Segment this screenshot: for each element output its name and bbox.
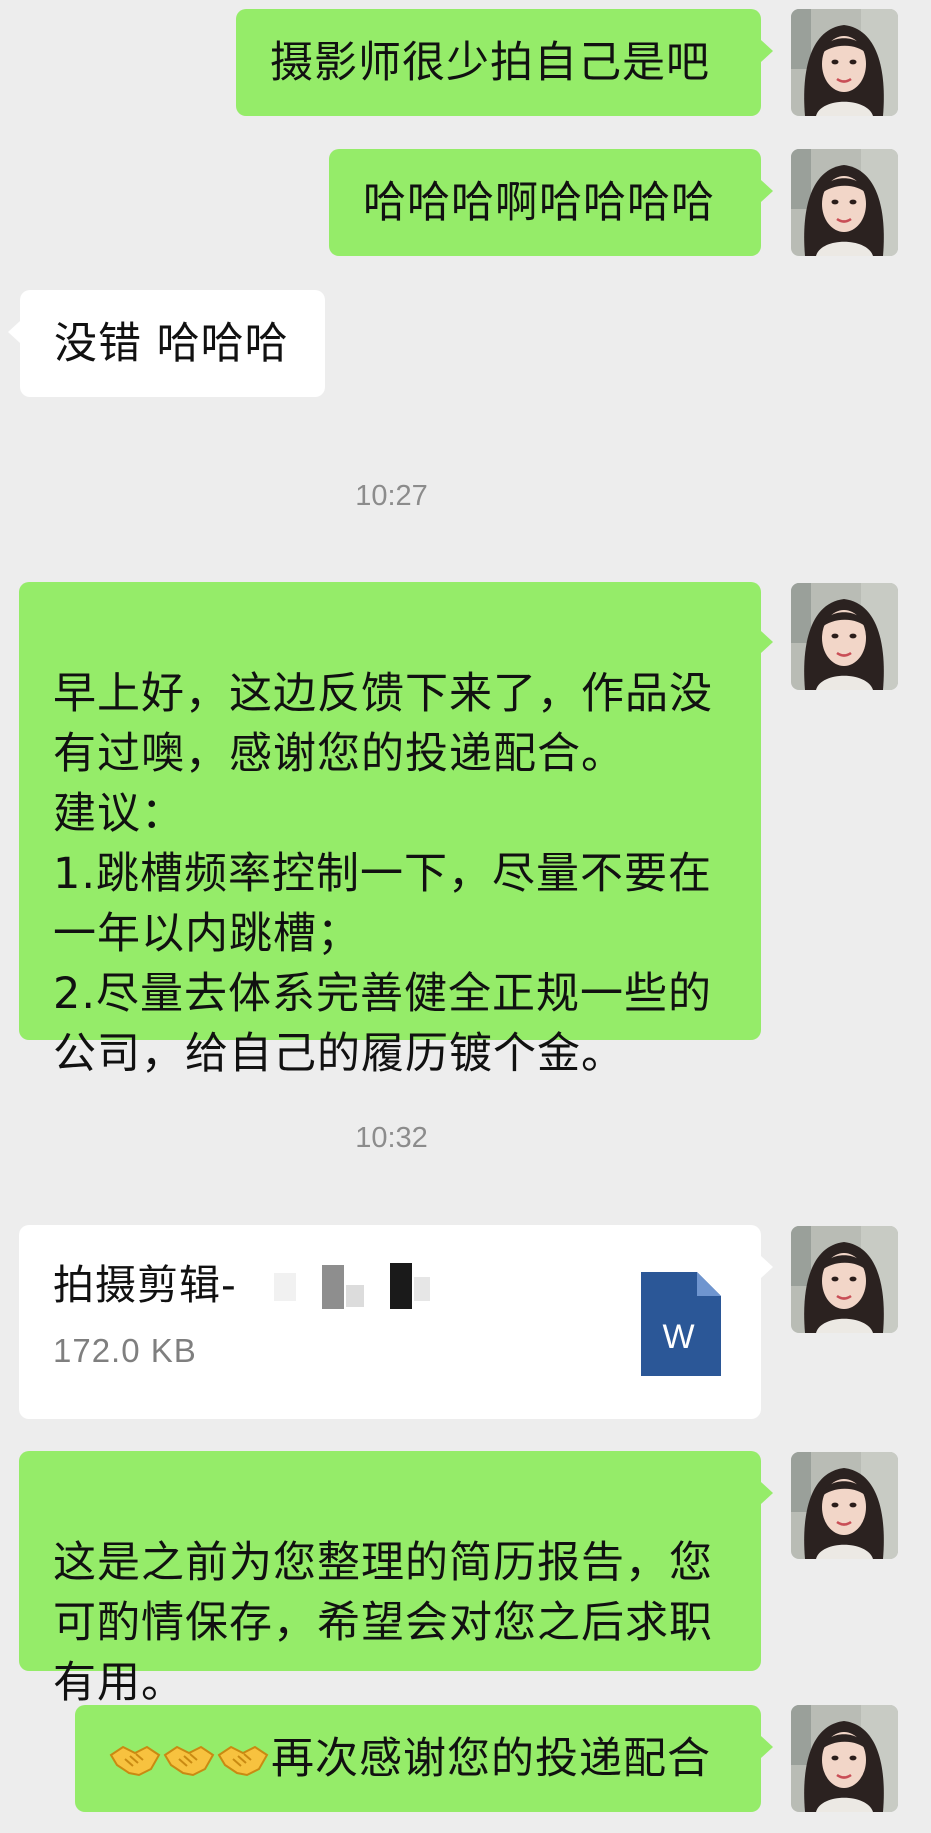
- message-bubble-outgoing[interactable]: 摄影师很少拍自己是吧: [236, 9, 761, 116]
- bubble-tail: [761, 40, 773, 62]
- avatar[interactable]: [791, 1452, 898, 1559]
- bubble-tail: [761, 1482, 773, 1504]
- message-row-outgoing: 早上好，这边反馈下来了，作品没 有过噢，感谢您的投递配合。 建议： 1.跳槽频率…: [0, 582, 931, 1079]
- message-text: 再次感谢您的投递配合: [271, 1733, 711, 1784]
- avatar[interactable]: [791, 1226, 898, 1333]
- file-size: 172.0 KB: [53, 1332, 197, 1369]
- message-text: 这是之前为您整理的简历报告，您 可酌情保存，希望会对您之后求职 有用。: [53, 1538, 713, 1708]
- timestamp: 10:27: [355, 480, 428, 512]
- message-row-outgoing: 摄影师很少拍自己是吧: [0, 9, 931, 116]
- avatar[interactable]: [791, 583, 898, 690]
- file-name: 拍摄剪辑-: [53, 1261, 237, 1309]
- message-bubble-outgoing[interactable]: 这是之前为您整理的简历报告，您 可酌情保存，希望会对您之后求职 有用。: [19, 1451, 761, 1708]
- message-bubble-outgoing[interactable]: 再次感谢您的投递配合: [75, 1705, 761, 1812]
- bubble-tail: [761, 1736, 773, 1758]
- message-bubble-outgoing[interactable]: 早上好，这边反馈下来了，作品没 有过噢，感谢您的投递配合。 建议： 1.跳槽频率…: [19, 582, 761, 1079]
- message-row-incoming: 没错 哈哈哈: [0, 290, 931, 397]
- handshake-icon: [217, 1739, 269, 1779]
- word-icon-label: W: [662, 1318, 695, 1356]
- file-card[interactable]: 拍摄剪辑- 172.0 KB W: [19, 1225, 761, 1419]
- handshake-icon: [109, 1739, 161, 1779]
- bubble-tail: [761, 180, 773, 202]
- message-text: 早上好，这边反馈下来了，作品没 有过噢，感谢您的投递配合。 建议： 1.跳槽频率…: [53, 669, 713, 1079]
- message-text: 哈哈哈啊哈哈哈哈: [363, 177, 715, 228]
- bubble-tail: [8, 321, 20, 343]
- message-row-outgoing: 这是之前为您整理的简历报告，您 可酌情保存，希望会对您之后求职 有用。: [0, 1451, 931, 1708]
- bubble-tail: [761, 631, 773, 653]
- timestamp: 10:32: [355, 1122, 428, 1154]
- message-bubble-outgoing[interactable]: 哈哈哈啊哈哈哈哈: [329, 149, 761, 256]
- avatar[interactable]: [791, 9, 898, 116]
- message-text: 摄影师很少拍自己是吧: [270, 37, 710, 88]
- redacted-blur: [274, 1263, 430, 1309]
- handshake-emoji-group: [109, 1739, 269, 1779]
- handshake-icon: [163, 1739, 215, 1779]
- avatar[interactable]: [791, 1705, 898, 1812]
- avatar[interactable]: [791, 149, 898, 256]
- word-document-icon: W: [641, 1272, 721, 1376]
- message-row-outgoing: 拍摄剪辑- 172.0 KB W: [0, 1225, 931, 1419]
- message-text: 没错 哈哈哈: [54, 318, 289, 369]
- message-bubble-incoming[interactable]: 没错 哈哈哈: [20, 290, 325, 397]
- message-row-outgoing: 再次感谢您的投递配合: [0, 1705, 931, 1812]
- bubble-tail: [761, 1256, 773, 1278]
- message-row-outgoing: 哈哈哈啊哈哈哈哈: [0, 149, 931, 256]
